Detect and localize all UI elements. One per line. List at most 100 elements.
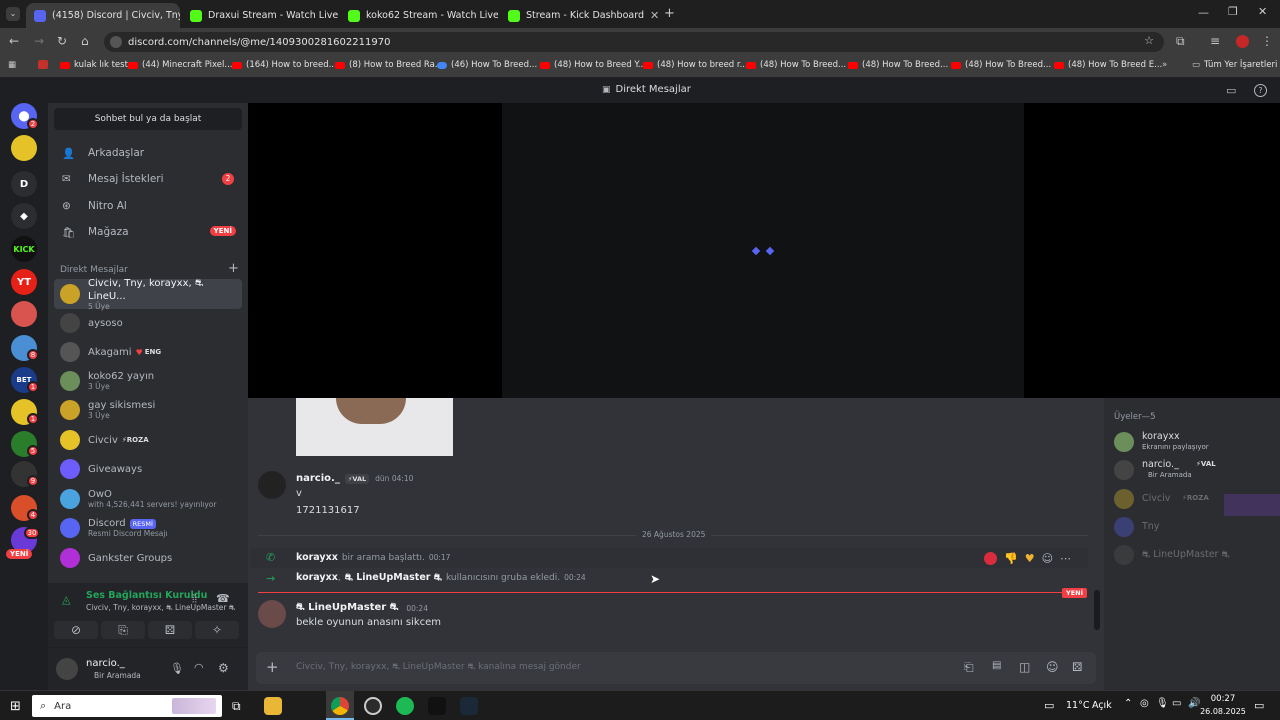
message-author[interactable]: korayxx: [296, 552, 338, 563]
dm-item[interactable]: OwO with 4,526,441 servers! yayınlıyor: [54, 484, 242, 514]
bookmark-item[interactable]: (48) How to Breed Y...: [540, 60, 646, 70]
app-icon[interactable]: [428, 697, 446, 715]
image-attachment[interactable]: [296, 398, 453, 456]
obs-icon[interactable]: [364, 697, 382, 715]
settings-gear-icon[interactable]: ⚙: [218, 661, 229, 675]
soundboard-button[interactable]: ✧: [195, 621, 239, 639]
gif-icon[interactable]: ▤: [992, 660, 1001, 671]
dm-item[interactable]: koko62 yayın 3 Üye: [54, 366, 242, 396]
dm-item[interactable]: gay sikismesi 3 Üye: [54, 395, 242, 425]
tab-koko62[interactable]: koko62 Stream - Watch Live on ✕: [340, 3, 498, 28]
dm-item[interactable]: Civciv, Tny, korayxx, ⛐ LineU... 5 Üye: [54, 278, 242, 311]
bookmark-item[interactable]: (48) How To Breed...: [848, 60, 948, 70]
new-tab-icon[interactable]: +: [664, 6, 675, 21]
member-item[interactable]: Tny: [1114, 516, 1274, 538]
heart-reaction-icon[interactable]: ♥: [1025, 552, 1035, 565]
disconnect-icon[interactable]: ☎: [216, 592, 230, 605]
inbox-icon[interactable]: ▭: [1226, 84, 1236, 97]
bookmark-item[interactable]: (44) Minecraft Pixel...: [128, 60, 232, 70]
reaction-icon[interactable]: [984, 552, 997, 565]
member-item[interactable]: narcio._ ⚡VAL Bir Aramada: [1114, 458, 1274, 482]
server-icon[interactable]: [11, 301, 37, 327]
more-bookmarks-icon[interactable]: »: [1162, 60, 1167, 70]
find-conversation-button[interactable]: Sohbet bul ya da başlat: [54, 108, 242, 130]
forward-icon[interactable]: →: [34, 34, 44, 48]
sidebar-item-friends[interactable]: 👤 Arkadaşlar: [54, 141, 242, 165]
tab-kick-dashboard[interactable]: Stream - Kick Dashboard ✕: [500, 3, 658, 28]
task-view-icon[interactable]: ⧉: [232, 699, 241, 714]
avatar[interactable]: [258, 600, 286, 628]
noise-suppression-icon[interactable]: ⦙⦙: [192, 592, 197, 606]
sidebar-item-shop[interactable]: 🛍 Mağaza YENİ: [54, 220, 242, 244]
member-item[interactable]: ⛐ LineUpMaster ⛐: [1114, 544, 1274, 566]
dm-item[interactable]: Discord RESMİ Resmi Discord Mesajı: [54, 513, 242, 543]
bookmark-item[interactable]: (48) How to breed r...: [643, 60, 748, 70]
tray-expand-icon[interactable]: ⌃: [1124, 698, 1132, 709]
server-icon[interactable]: [11, 135, 37, 161]
bookmark-item[interactable]: kulak lık test: [60, 60, 128, 70]
tab-discord[interactable]: (4158) Discord | Civciv, Tny, ✕: [26, 3, 180, 28]
minimize-icon[interactable]: —: [1198, 6, 1209, 19]
sticker-icon[interactable]: ◫: [1019, 660, 1030, 674]
server-icon[interactable]: YT: [11, 269, 37, 295]
tab-search-icon[interactable]: ⌄: [6, 7, 20, 21]
message-target[interactable]: ⛐ LineUpMaster ⛐: [345, 572, 442, 584]
notifications-icon[interactable]: ▭: [1254, 699, 1264, 712]
avatar[interactable]: [56, 658, 78, 680]
gift-icon[interactable]: ⎗: [964, 660, 974, 675]
member-item[interactable]: korayxx Ekranını paylaşıyor: [1114, 430, 1274, 454]
site-info-icon[interactable]: [110, 36, 122, 48]
reload-icon[interactable]: ↻: [57, 34, 67, 48]
menu-icon[interactable]: ⋮: [1261, 34, 1273, 48]
emoji-icon[interactable]: ☺: [1046, 660, 1059, 674]
dm-item[interactable]: Akagami ♥ ENG: [54, 337, 242, 367]
sidebar-item-nitro[interactable]: ⊛ Nitro Al: [54, 194, 242, 218]
file-explorer-icon[interactable]: [264, 697, 282, 715]
message-author[interactable]: korayxx: [296, 572, 338, 583]
close-window-icon[interactable]: ✕: [1258, 5, 1267, 18]
clock-time[interactable]: 00:27: [1206, 694, 1240, 704]
chat-scrollbar[interactable]: [1094, 590, 1100, 630]
extensions-icon[interactable]: ⧉: [1176, 34, 1185, 49]
bookmark-star-icon[interactable]: ☆: [1144, 34, 1154, 47]
help-icon[interactable]: ?: [1254, 84, 1267, 97]
home-icon[interactable]: ⌂: [81, 34, 89, 48]
bookmark-item[interactable]: (48) How To Breed...: [951, 60, 1051, 70]
member-item[interactable]: Civciv ⚡ROZA: [1114, 488, 1274, 510]
activity-button[interactable]: ⚄: [148, 621, 192, 639]
composer-placeholder[interactable]: Civciv, Tny, korayxx, ⛐ LineUpMaster ⛐ k…: [296, 662, 581, 673]
mic-icon[interactable]: 🎙: [170, 662, 184, 675]
clock-date[interactable]: 26.08.2025: [1200, 707, 1246, 716]
message-author[interactable]: narcio._: [296, 473, 340, 484]
screen-share-button[interactable]: ⎘: [101, 621, 145, 639]
dm-item[interactable]: Civciv ⚡ROZA: [54, 425, 242, 455]
stream-video[interactable]: [502, 103, 1024, 398]
dm-item[interactable]: Giveaways: [54, 454, 242, 484]
server-icon[interactable]: D: [11, 171, 37, 197]
more-options-icon[interactable]: ⋯: [1060, 552, 1071, 565]
thumbs-down-icon[interactable]: 👎: [1004, 552, 1018, 565]
bookmark-item[interactable]: (8) How to Breed Ra...: [335, 60, 443, 70]
dm-item[interactable]: aysoso: [54, 308, 242, 338]
back-icon[interactable]: ←: [9, 34, 19, 48]
tray-icon[interactable]: ◎: [1140, 698, 1149, 709]
network-icon[interactable]: ▭: [1172, 698, 1181, 709]
chrome-taskbar-button[interactable]: [326, 691, 354, 720]
create-dm-icon[interactable]: +: [228, 261, 239, 276]
media-icon[interactable]: ≡: [1210, 34, 1220, 48]
dm-item[interactable]: Gankster Groups: [54, 543, 242, 573]
avatar[interactable]: [258, 471, 286, 499]
attach-plus-icon[interactable]: +: [266, 658, 279, 676]
search-box[interactable]: ⌕ Ara: [32, 695, 222, 717]
bookmark-item[interactable]: (48) How To Breed...: [746, 60, 846, 70]
bookmark-item[interactable]: [38, 60, 52, 69]
video-toggle-button[interactable]: ⊘: [54, 621, 98, 639]
message-author[interactable]: ⛐ LineUpMaster ⛐: [296, 602, 398, 615]
message-composer[interactable]: + Civciv, Tny, korayxx, ⛐ LineUpMaster ⛐…: [256, 652, 1096, 684]
server-icon[interactable]: KICK: [11, 236, 37, 262]
windows-start-icon[interactable]: ⊞: [10, 699, 21, 714]
close-tab-icon[interactable]: ✕: [644, 9, 658, 22]
all-bookmarks-button[interactable]: ▭ Tüm Yer İşaretleri: [1192, 60, 1277, 70]
apps-icon[interactable]: ▦: [8, 60, 16, 70]
headphones-icon[interactable]: ◠: [194, 661, 204, 674]
